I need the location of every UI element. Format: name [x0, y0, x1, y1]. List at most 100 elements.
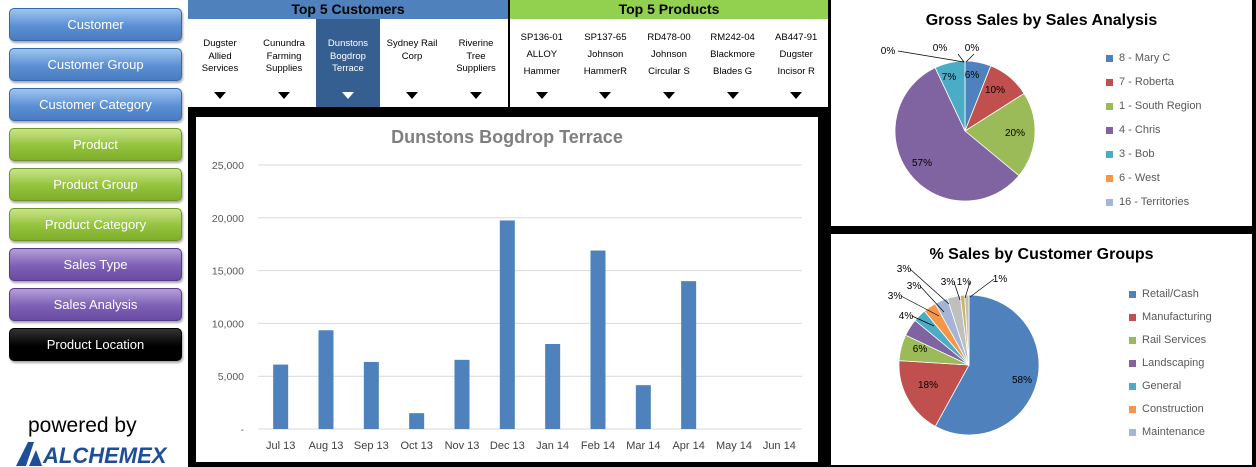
- pie-data-label: 10%: [985, 85, 1005, 96]
- customer-item-label: Dunstons Bogdrop Terrace: [327, 38, 369, 74]
- dropdown-arrow-icon[interactable]: [470, 92, 482, 99]
- pie-data-label: 0%: [881, 46, 896, 57]
- legend-item: 1 - South Region: [1106, 100, 1202, 112]
- legend-swatch: [1106, 150, 1113, 158]
- product-item-label: SP136-01 ALLOY Hammer: [520, 32, 563, 77]
- x-tick-label: Sep 13: [354, 440, 389, 452]
- x-tick-label: Apr 14: [672, 440, 704, 452]
- alchemex-logo: ALCHEMEX: [16, 442, 168, 466]
- product-item[interactable]: RM242-04 Blackmore Blades G: [701, 19, 765, 107]
- y-tick-label: 20,000: [212, 213, 244, 225]
- customer-item-label: Sydney Rail Corp: [386, 38, 438, 62]
- customer-category-button[interactable]: Customer Category: [9, 88, 182, 121]
- dropdown-arrow-icon[interactable]: [535, 92, 548, 99]
- logo-text: ALCHEMEX: [42, 443, 168, 466]
- customer-item[interactable]: Sydney Rail Corp: [380, 19, 444, 107]
- pie-data-label: 1%: [993, 274, 1008, 285]
- pie-data-label: 20%: [1005, 128, 1025, 139]
- dropdown-arrow-icon[interactable]: [662, 92, 675, 99]
- top-products-selector: SP136-01 ALLOY Hammer SP137-65 Johnson Hammer…: [510, 19, 828, 107]
- x-tick-label: Mar 14: [626, 440, 660, 452]
- x-tick-label: Feb 14: [581, 440, 615, 452]
- legend-item: Retail/Cash: [1129, 288, 1199, 300]
- legend-label: 4 - Chris: [1119, 124, 1161, 136]
- legend-label: Maintenance: [1142, 426, 1205, 438]
- y-tick-label: 25,000: [212, 160, 244, 172]
- customer-item[interactable]: Dugster Allied Services: [188, 19, 252, 107]
- legend-item: Construction: [1129, 403, 1204, 415]
- legend-swatch: [1106, 174, 1113, 182]
- legend-item: 7 - Roberta: [1106, 76, 1174, 88]
- legend-swatch: [1129, 313, 1136, 321]
- leader-line: [897, 50, 965, 63]
- dropdown-arrow-icon[interactable]: [790, 92, 803, 99]
- x-tick-label: May 14: [716, 440, 752, 452]
- sales-type-button[interactable]: Sales Type: [9, 248, 182, 281]
- sales-analysis-button[interactable]: Sales Analysis: [9, 288, 182, 321]
- legend-item: General: [1129, 380, 1181, 392]
- customer-button[interactable]: Customer: [9, 8, 182, 41]
- product-button[interactable]: Product: [9, 128, 182, 161]
- dropdown-arrow-icon[interactable]: [214, 92, 226, 99]
- top-customers-selector: Dugster Allied Services Cunundra Farming Supp…: [188, 19, 508, 107]
- y-tick-label: 5,000: [218, 371, 244, 383]
- legend-item: 6 - West: [1106, 172, 1160, 184]
- legend-label: Landscaping: [1142, 357, 1205, 369]
- legend-item: 8 - Mary C: [1106, 52, 1170, 64]
- leader-line: [969, 278, 995, 298]
- product-item-label: RD478-00 Johnson Circular S: [647, 32, 691, 77]
- customer-groups-pie-panel: % Sales by Customer Groups 58% 18% 6% 4% 3% 3…: [831, 234, 1252, 465]
- pie-data-label: 18%: [918, 380, 938, 391]
- legend-item: 3 - Bob: [1106, 148, 1154, 160]
- legend-label: 7 - Roberta: [1119, 76, 1175, 88]
- product-category-button[interactable]: Product Category: [9, 208, 182, 241]
- top-customers-header: Top 5 Customers: [188, 0, 508, 19]
- pie-data-label: 0%: [933, 43, 948, 54]
- sidebar: Customer Customer Group Customer Category P…: [0, 0, 188, 467]
- bar: [681, 281, 697, 429]
- legend-swatch: [1129, 428, 1136, 436]
- pie-data-label: 57%: [912, 158, 932, 169]
- product-item-label: RM242-04 Blackmore Blades G: [710, 32, 756, 77]
- pie-data-label: 6%: [965, 70, 980, 81]
- legend-swatch: [1129, 336, 1136, 344]
- x-tick-label: Jun 14: [763, 440, 796, 452]
- y-tick-label: 15,000: [212, 266, 244, 278]
- x-tick-label: Oct 13: [400, 440, 432, 452]
- legend-label: 1 - South Region: [1119, 100, 1202, 112]
- bar-chart-plot: - 5,000 10,000 15,000 20,000 25,000 Jul 13 Aug …: [212, 160, 802, 452]
- legend-item: Maintenance: [1129, 426, 1205, 438]
- dropdown-arrow-icon[interactable]: [278, 92, 290, 99]
- legend-swatch: [1106, 102, 1113, 110]
- legend-label: 16 - Territories: [1119, 196, 1190, 208]
- pie-data-label: 3%: [897, 264, 912, 275]
- pie-data-label: 3%: [888, 291, 903, 302]
- customer-item[interactable]: Cunundra Farming Supplies: [252, 19, 316, 107]
- product-item[interactable]: RD478-00 Johnson Circular S: [637, 19, 701, 107]
- product-item[interactable]: SP136-01 ALLOY Hammer: [510, 19, 574, 107]
- legend-swatch: [1129, 290, 1136, 298]
- bar: [454, 359, 470, 429]
- dropdown-arrow-icon[interactable]: [726, 92, 739, 99]
- customer-item[interactable]: Riverine Tree Suppliers: [444, 19, 508, 107]
- product-group-button[interactable]: Product Group: [9, 168, 182, 201]
- x-tick-label: Nov 13: [445, 440, 480, 452]
- bar: [499, 220, 515, 429]
- dropdown-arrow-icon[interactable]: [342, 92, 354, 99]
- bar: [590, 250, 606, 429]
- customer-group-button[interactable]: Customer Group: [9, 48, 182, 81]
- pie-data-label: 3%: [907, 281, 922, 292]
- product-item[interactable]: AB447-91 Dugster Incisor R: [764, 19, 828, 107]
- product-location-button[interactable]: Product Location: [9, 328, 182, 361]
- legend-swatch: [1129, 359, 1136, 367]
- product-item[interactable]: SP137-65 Johnson HammerR: [574, 19, 638, 107]
- bar: [318, 330, 334, 429]
- top-products-header: Top 5 Products: [510, 0, 828, 19]
- legend-label: 8 - Mary C: [1119, 52, 1171, 64]
- dropdown-arrow-icon[interactable]: [406, 92, 418, 99]
- legend-swatch: [1106, 198, 1113, 206]
- pie-data-label: 1%: [957, 277, 972, 288]
- dropdown-arrow-icon[interactable]: [599, 92, 612, 99]
- pie-data-label: 3%: [941, 277, 956, 288]
- customer-item[interactable]: Dunstons Bogdrop Terrace: [316, 19, 380, 107]
